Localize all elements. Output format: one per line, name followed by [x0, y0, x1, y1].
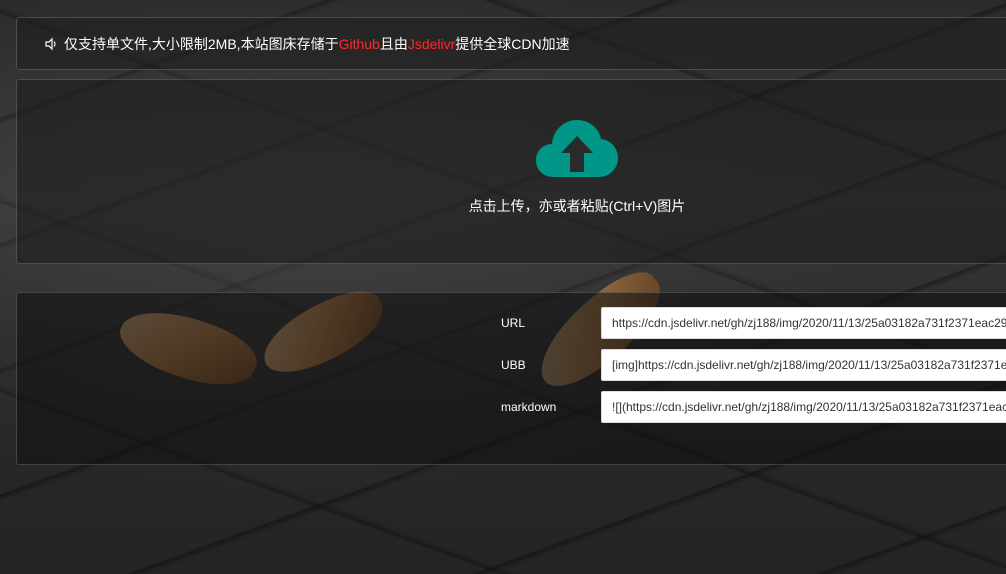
upload-button[interactable]: 点击上传，亦或者粘贴(Ctrl+V)图片 — [457, 120, 697, 220]
speaker-icon — [45, 37, 56, 50]
notice-text: 仅支持单文件,大小限制2MB,本站图床存储于 — [64, 35, 339, 52]
ubb-field[interactable] — [601, 349, 1006, 381]
jsdelivr-highlight: Jsdelivr — [407, 35, 456, 52]
upload-hint: 点击上传，亦或者粘贴(Ctrl+V)图片 — [468, 198, 686, 214]
markdown-field[interactable] — [601, 391, 1006, 423]
upload-dropzone[interactable]: 点击上传，亦或者粘贴(Ctrl+V)图片 — [16, 79, 1006, 264]
notice-text: 提供全球CDN加速 — [455, 35, 570, 52]
notice-bar: 仅支持单文件,大小限制2MB,本站图床存储于 Github 且由 Jsdelivr 提供… — [16, 17, 1006, 70]
ubb-label: UBB — [501, 358, 526, 372]
result-links-panel: URL UBB markdown — [16, 292, 1006, 465]
github-highlight: Github — [338, 35, 380, 52]
url-row: URL — [501, 307, 1006, 339]
markdown-label: markdown — [501, 400, 557, 414]
url-label: URL — [501, 316, 526, 330]
url-field[interactable] — [601, 307, 1006, 339]
cloud-upload-icon — [536, 120, 618, 177]
ubb-row: UBB — [501, 349, 1006, 381]
markdown-row: markdown — [501, 391, 1006, 423]
notice-text: 且由 — [379, 35, 408, 52]
